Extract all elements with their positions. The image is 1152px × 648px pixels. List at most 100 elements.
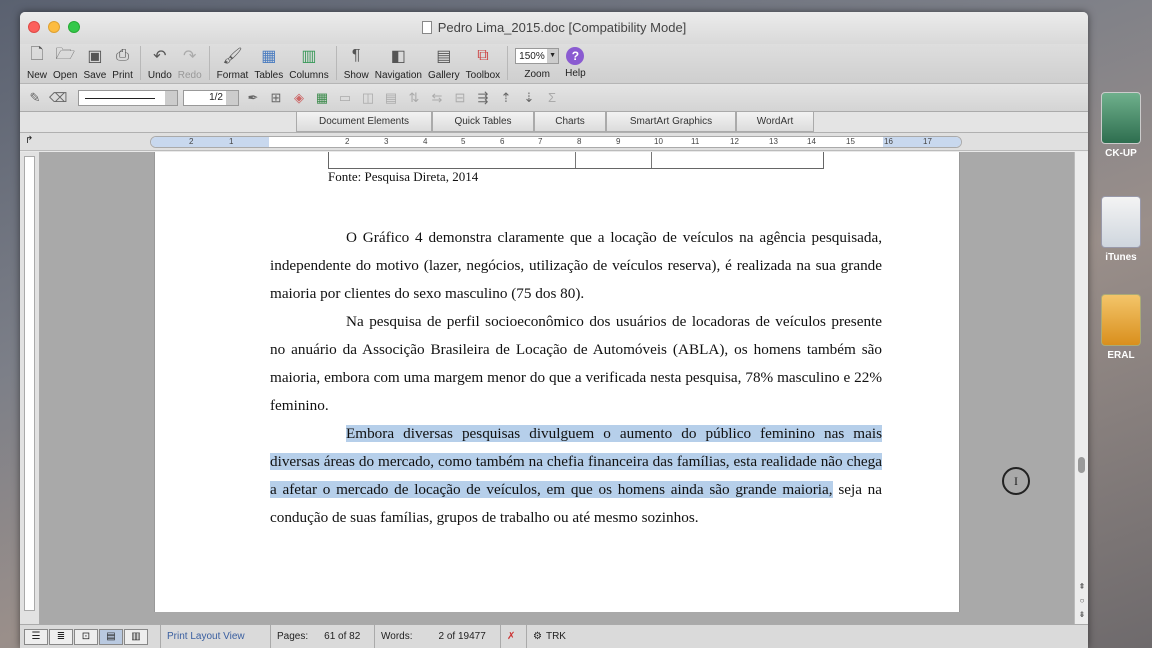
toolbar-divider xyxy=(335,46,337,80)
tab-wordart[interactable]: WordArt xyxy=(736,112,814,132)
navigation-pane-icon: ◧ xyxy=(390,48,406,65)
track-changes[interactable]: ⚙ TRK xyxy=(526,624,572,648)
align-icon[interactable]: ▤ xyxy=(382,90,400,106)
spelling-check-icon[interactable]: ✗ xyxy=(500,624,526,648)
new-button[interactable]: 🗋 New xyxy=(27,44,47,82)
help-icon: ? xyxy=(566,47,585,65)
redo-button[interactable]: ↷ Redo xyxy=(178,44,202,81)
autofit-icon[interactable]: ⊟ xyxy=(451,90,469,106)
notebook-view-button[interactable]: ▥ xyxy=(124,628,148,645)
ruler-number: 17 xyxy=(923,137,932,146)
ruler-number: 12 xyxy=(730,137,739,146)
draft-view-button[interactable]: ☰ xyxy=(24,628,48,645)
table-fragment[interactable] xyxy=(328,152,824,169)
toolbar-divider xyxy=(208,46,210,80)
desktop-icon-backup[interactable]: CK-UP xyxy=(1090,92,1152,159)
printer-icon: ⎙ xyxy=(116,47,129,64)
draw-table-icon[interactable]: ✎ xyxy=(26,90,44,106)
shading-icon[interactable]: ◈ xyxy=(290,90,308,106)
vertical-ruler-track xyxy=(24,156,35,611)
show-button[interactable]: ¶ Show xyxy=(344,44,369,81)
desktop-icon-itunes[interactable]: iTunes xyxy=(1090,196,1152,263)
formatting-toolbar: ✎ ⌫ 1/2 ✒ ⊞ ◈ ▦ ▭ ◫ ▤ ⇅ ⇆ ⊟ ⇶ ⇡ ⇣ Σ xyxy=(20,84,1088,112)
elements-ribbon: Document Elements Quick Tables Charts Sm… xyxy=(20,112,1088,133)
tab-document-elements[interactable]: Document Elements xyxy=(296,112,432,132)
gallery-icon: ▤ xyxy=(436,48,452,65)
document-page[interactable]: Fonte: Pesquisa Direta, 2014 O Gráfico 4… xyxy=(154,152,1030,612)
outline-view-button[interactable]: ≣ xyxy=(49,628,73,645)
title-bar: Pedro Lima_2015.doc [Compatibility Mode] xyxy=(20,12,1088,44)
next-page-icon[interactable]: ⇟ xyxy=(1077,610,1087,619)
pilcrow-icon: ¶ xyxy=(351,47,361,64)
zoom-select[interactable]: 150% ▼ xyxy=(515,48,560,64)
split-cells-icon[interactable]: ◫ xyxy=(359,90,377,106)
new-document-icon: 🗋 xyxy=(30,45,44,63)
border-color-icon[interactable]: ✒ xyxy=(244,90,262,106)
gallery-button[interactable]: ▤ Gallery xyxy=(428,44,460,81)
paragraph-3[interactable]: Embora diversas pesquisas divulguem o au… xyxy=(270,420,882,532)
paragraph-1[interactable]: O Gráfico 4 demonstra claramente que a l… xyxy=(270,224,882,308)
distribute-columns-icon[interactable]: ⇆ xyxy=(428,90,446,106)
standard-toolbar: 🗋 New 🗁 Open ▣ Save ⎙ Print ↶ Undo ↷ Redo 🖌 For… xyxy=(20,44,1088,84)
save-disk-icon: ▣ xyxy=(87,48,103,65)
tab-smartart-graphics[interactable]: SmartArt Graphics xyxy=(606,112,736,132)
ruler-number: 10 xyxy=(654,137,663,146)
toolbox-icon: ⧉ xyxy=(477,47,489,64)
figure-source-caption[interactable]: Fonte: Pesquisa Direta, 2014 xyxy=(328,169,478,185)
ruler-number: 6 xyxy=(500,137,505,146)
toolbox-button[interactable]: ⧉ Toolbox xyxy=(466,44,500,81)
page-count[interactable]: Pages: 61 of 82 xyxy=(270,624,374,648)
open-button[interactable]: 🗁 Open xyxy=(53,44,77,82)
chevron-down-icon: ▼ xyxy=(547,49,559,63)
ruler-number: 16 xyxy=(884,137,893,146)
format-button[interactable]: 🖌 Format xyxy=(217,44,249,81)
browse-object-icon[interactable]: ○ xyxy=(1077,596,1087,605)
view-name: Print Layout View xyxy=(160,624,270,648)
tables-button[interactable]: ▦ Tables xyxy=(254,44,283,81)
ruler-number: 2 xyxy=(345,137,350,146)
sort-ascending-icon[interactable]: ⇡ xyxy=(497,90,515,106)
publishing-view-button[interactable]: ⊡ xyxy=(74,628,98,645)
zoom-control[interactable]: 150% ▼ Zoom xyxy=(515,44,560,80)
desktop-icon-drive[interactable]: ERAL xyxy=(1090,294,1152,361)
line-style-select[interactable] xyxy=(78,89,178,106)
horizontal-ruler[interactable]: ↱ 2 1 2 3 4 5 6 7 8 9 10 11 12 13 14 15 … xyxy=(20,133,1088,151)
vertical-ruler[interactable] xyxy=(20,152,40,624)
ruler-number: 4 xyxy=(423,137,428,146)
save-button[interactable]: ▣ Save xyxy=(83,44,106,81)
ruler-number: 14 xyxy=(807,137,816,146)
ruler-number: 13 xyxy=(769,137,778,146)
vertical-scrollbar[interactable]: ⇞ ○ ⇟ xyxy=(1074,152,1088,624)
word-window: Pedro Lima_2015.doc [Compatibility Mode]… xyxy=(20,12,1088,648)
ruler-track[interactable]: 2 1 2 3 4 5 6 7 8 9 10 11 12 13 14 15 16… xyxy=(150,136,962,148)
selected-text[interactable]: Embora diversas pesquisas divulguem o au… xyxy=(270,425,882,498)
navigation-button[interactable]: ◧ Navigation xyxy=(375,44,422,81)
tab-stop-icon[interactable]: ↱ xyxy=(25,135,33,146)
sort-descending-icon[interactable]: ⇣ xyxy=(520,90,538,106)
print-button[interactable]: ⎙ Print xyxy=(112,44,133,81)
paragraph-2[interactable]: Na pesquisa de perfil socioeconômico dos… xyxy=(270,308,882,420)
undo-arrow-icon: ↶ xyxy=(153,48,167,65)
distribute-rows-icon[interactable]: ⇅ xyxy=(405,90,423,106)
redo-arrow-icon: ↷ xyxy=(183,48,197,65)
previous-page-icon[interactable]: ⇞ xyxy=(1077,582,1087,591)
print-layout-view-button[interactable]: ▤ xyxy=(99,628,123,645)
ibeam-cursor-icon: I xyxy=(1014,474,1018,488)
text-direction-icon[interactable]: ⇶ xyxy=(474,90,492,106)
insert-table-icon[interactable]: ▦ xyxy=(313,90,331,106)
tab-quick-tables[interactable]: Quick Tables xyxy=(432,112,534,132)
eraser-icon[interactable]: ⌫ xyxy=(49,90,67,106)
help-button[interactable]: ? Help xyxy=(565,44,586,79)
undo-button[interactable]: ↶ Undo xyxy=(148,44,172,81)
line-weight-select[interactable]: 1/2 xyxy=(183,89,239,106)
columns-icon: ▥ xyxy=(301,48,317,65)
columns-button[interactable]: ▥ Columns xyxy=(289,44,328,81)
borders-icon[interactable]: ⊞ xyxy=(267,90,285,106)
toolbar-divider xyxy=(139,46,141,80)
table-grid-icon: ▦ xyxy=(261,48,277,65)
scrollbar-thumb[interactable] xyxy=(1078,457,1085,473)
word-count[interactable]: Words: 2 of 19477 xyxy=(374,624,500,648)
autosum-icon[interactable]: Σ xyxy=(543,90,561,106)
tab-charts[interactable]: Charts xyxy=(534,112,606,132)
merge-cells-icon[interactable]: ▭ xyxy=(336,90,354,106)
